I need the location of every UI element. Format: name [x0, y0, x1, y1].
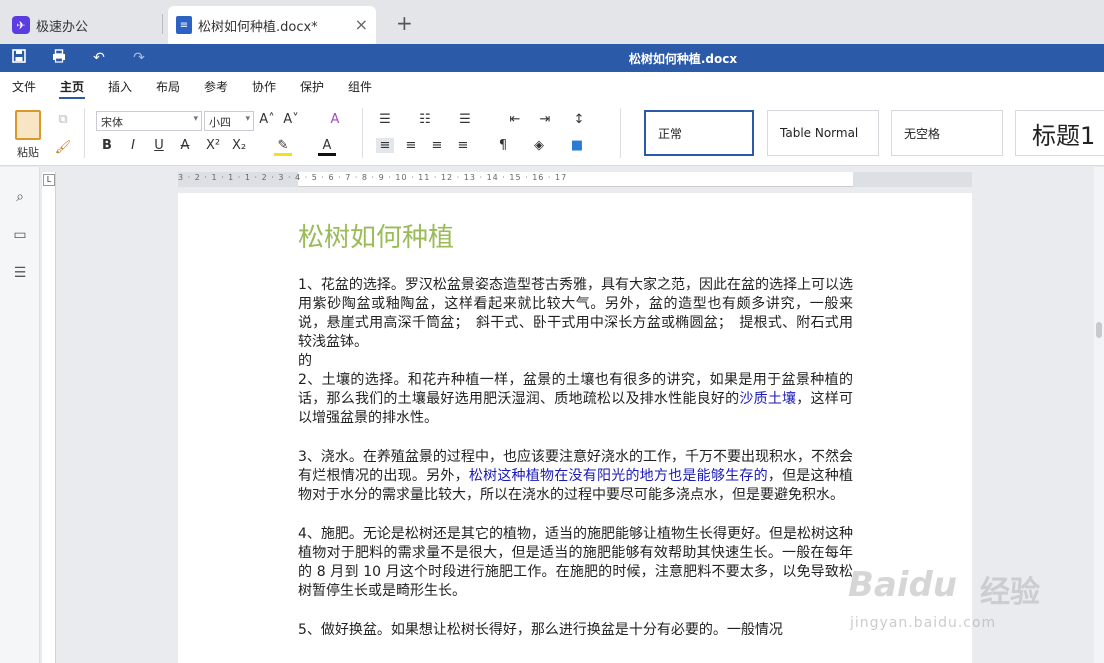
subscript-icon[interactable]: X₂ [230, 138, 248, 153]
navigation-icon[interactable]: ☰ [11, 265, 29, 283]
justify-icon[interactable]: ≡ [454, 138, 472, 153]
ribbon-divider [620, 108, 621, 158]
title-bar: ↶ ↷ 松树如何种植.docx [0, 44, 1104, 72]
new-tab-icon[interactable]: + [396, 11, 413, 35]
ribbon-toolbar: 粘贴 ⧉ 🖌 宋体 ▾ 小四 ▾ A˄ A˅ A B I U A X² X₂ ✎… [0, 100, 1104, 166]
align-right-icon[interactable]: ≡ [428, 138, 446, 153]
menu-home[interactable]: 主页 [60, 78, 84, 95]
clipboard-icon [15, 110, 41, 140]
tab-label: 松树如何种植.docx* [198, 19, 318, 35]
tab-stop-selector[interactable]: L [43, 174, 55, 186]
rocket-icon: ✈ [12, 16, 30, 34]
style-normal[interactable]: 正常 [644, 110, 754, 156]
increase-font-icon[interactable]: A˄ [258, 112, 276, 127]
paste-button[interactable]: 粘贴 [12, 110, 44, 160]
vertical-scrollbar[interactable] [1094, 167, 1104, 663]
increase-indent-icon[interactable]: ⇥ [536, 112, 554, 127]
menu-plugins[interactable]: 组件 [348, 78, 372, 95]
style-table-normal[interactable]: Table Normal [767, 110, 879, 156]
font-name-value: 宋体 [101, 116, 123, 129]
tab-divider [162, 14, 163, 34]
hyperlink[interactable]: 沙质土壤 [739, 391, 796, 407]
empty-line [298, 505, 853, 525]
empty-line [298, 428, 853, 448]
chevron-down-icon: ▾ [245, 114, 250, 124]
paragraph: 的 [298, 353, 312, 369]
bold-icon[interactable]: B [98, 138, 116, 153]
align-left-icon[interactable]: ≡ [376, 138, 394, 153]
tab-home[interactable]: ✈ 极速办公 [0, 6, 162, 44]
borders-icon[interactable]: ■ [568, 138, 586, 153]
style-heading1[interactable]: 标题1 [1015, 110, 1104, 156]
font-size-value: 小四 [209, 116, 231, 129]
strikethrough-icon[interactable]: A [176, 138, 194, 153]
underline-icon[interactable]: U [150, 138, 168, 153]
style-label: 无空格 [904, 126, 941, 141]
menu-insert[interactable]: 插入 [108, 78, 132, 95]
comment-icon[interactable]: ▭ [11, 227, 29, 245]
line-spacing-icon[interactable]: ↕ [570, 112, 588, 127]
decrease-font-icon[interactable]: A˅ [282, 112, 300, 127]
paragraph: 1、花盆的选择。罗汉松盆景姿态造型苍古秀雅，具有大家之范，因此在盆的选择上可以选… [298, 277, 853, 350]
left-sidebar: ⌕ ▭ ☰ [0, 167, 40, 663]
chevron-down-icon: ▾ [193, 114, 198, 124]
search-icon[interactable]: ⌕ [11, 189, 29, 207]
document-heading: 松树如何种植 [298, 223, 455, 253]
tab-document[interactable]: ≡ 松树如何种植.docx* × [168, 6, 376, 44]
paste-label: 粘贴 [17, 146, 39, 159]
style-label: 正常 [658, 126, 683, 141]
paragraph: 3、浇水。在养殖盆景的过程中，也应该要注意好浇水的工作，千万不要出现积水，不然会… [298, 448, 853, 505]
active-menu-indicator [59, 97, 85, 99]
font-size-select[interactable]: 小四 ▾ [204, 111, 254, 131]
menu-bar: 文件 主页 插入 布局 参考 协作 保护 组件 [0, 72, 1104, 100]
highlight-icon[interactable]: ✎ [274, 138, 292, 156]
bullet-list-icon[interactable]: ☰ [376, 112, 394, 127]
menu-protect[interactable]: 保护 [300, 78, 324, 95]
align-center-icon[interactable]: ≡ [402, 138, 420, 153]
vertical-ruler [42, 172, 56, 663]
paragraph: 2、土壤的选择。和花卉种植一样，盆景的土壤也有很多的讲究，如果是用于盆景种植的话… [298, 371, 853, 428]
ruler-numbers: 3 · 2 · 1 · 1 · 1 · 2 · 3 · 4 · 5 · 6 · … [178, 173, 568, 182]
ribbon-divider [84, 108, 85, 158]
menu-file[interactable]: 文件 [12, 78, 36, 95]
document-title: 松树如何种植.docx [628, 52, 738, 66]
horizontal-ruler: 3 · 2 · 1 · 1 · 1 · 2 · 3 · 4 · 5 · 6 · … [178, 172, 972, 187]
style-no-spacing[interactable]: 无空格 [891, 110, 1003, 156]
paragraph-mark-icon[interactable]: ¶ [494, 138, 512, 153]
document-page[interactable]: 松树如何种植 1、花盆的选择。罗汉松盆景姿态造型苍古秀雅，具有大家之范，因此在盆… [178, 193, 972, 663]
hyperlink[interactable]: 松树这种植物在没有阳光的地方也是能够生存的 [469, 468, 768, 484]
paragraph: 5、做好换盆。如果想让松树长得好，那么进行换盆是十分有必要的。一般情况 [298, 622, 783, 638]
format-painter-icon[interactable]: 🖌 [54, 140, 72, 155]
font-name-select[interactable]: 宋体 ▾ [96, 111, 202, 131]
document-body[interactable]: 松树如何种植 1、花盆的选择。罗汉松盆景姿态造型苍古秀雅，具有大家之范，因此在盆… [298, 217, 853, 640]
menu-collaborate[interactable]: 协作 [252, 78, 276, 95]
watermark-text: 经验 [980, 575, 1040, 610]
tab-label: 极速办公 [36, 19, 89, 35]
paragraph: 4、施肥。无论是松树还是其它的植物，适当的施肥能够让植物生长得更好。但是松树这种… [298, 526, 853, 599]
close-icon[interactable]: × [355, 15, 368, 34]
italic-icon[interactable]: I [124, 138, 142, 153]
empty-line [298, 601, 853, 621]
copy-icon[interactable]: ⧉ [54, 112, 72, 127]
multilevel-list-icon[interactable]: ☰ [456, 112, 474, 127]
scrollbar-thumb[interactable] [1096, 322, 1102, 338]
style-label: Table Normal [780, 126, 859, 140]
font-color-icon[interactable]: A [318, 138, 336, 156]
clear-format-icon[interactable]: A [326, 112, 344, 127]
tab-bar: ✈ 极速办公 ≡ 松树如何种植.docx* × + [0, 0, 1104, 44]
menu-references[interactable]: 参考 [204, 78, 228, 95]
decrease-indent-icon[interactable]: ⇤ [506, 112, 524, 127]
ribbon-divider [362, 108, 363, 158]
style-label: 标题1 [1032, 121, 1096, 150]
numbered-list-icon[interactable]: ☷ [416, 112, 434, 127]
superscript-icon[interactable]: X² [204, 138, 222, 153]
menu-layout[interactable]: 布局 [156, 78, 180, 95]
shading-icon[interactable]: ◈ [530, 138, 548, 153]
document-icon: ≡ [176, 16, 192, 34]
